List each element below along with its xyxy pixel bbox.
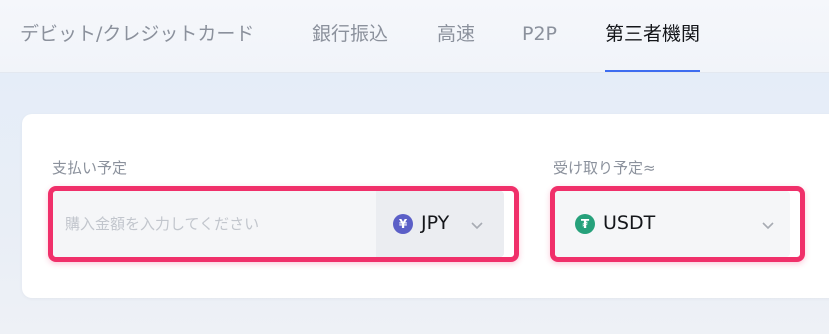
receive-currency-code: USDT <box>603 212 656 234</box>
pay-currency-code: JPY <box>421 212 450 234</box>
pay-label: 支払い予定 <box>52 159 128 177</box>
tether-coin-icon: ₮ <box>575 214 595 234</box>
receive-currency-select[interactable]: ₮ USDT <box>555 191 790 257</box>
pay-currency-select[interactable]: ¥ JPY <box>376 191 504 257</box>
chevron-down-icon <box>762 222 774 230</box>
tab-debit-credit-card[interactable]: デビット/クレジットカード <box>20 0 254 72</box>
tab-p2p[interactable]: P2P <box>522 0 557 72</box>
yen-coin-icon: ¥ <box>393 214 413 234</box>
chevron-down-icon <box>471 222 483 230</box>
tab-bank-transfer[interactable]: 銀行振込 <box>312 0 388 72</box>
tab-third-party[interactable]: 第三者機関 <box>605 0 701 72</box>
payment-method-tabs: デビット/クレジットカード 銀行振込 高速 P2P 第三者機関 <box>0 0 829 73</box>
pay-amount-input[interactable] <box>53 191 371 257</box>
tab-express[interactable]: 高速 <box>437 0 475 72</box>
receive-label: 受け取り予定≈ <box>553 159 656 177</box>
pay-field: ¥ JPY <box>53 191 504 257</box>
